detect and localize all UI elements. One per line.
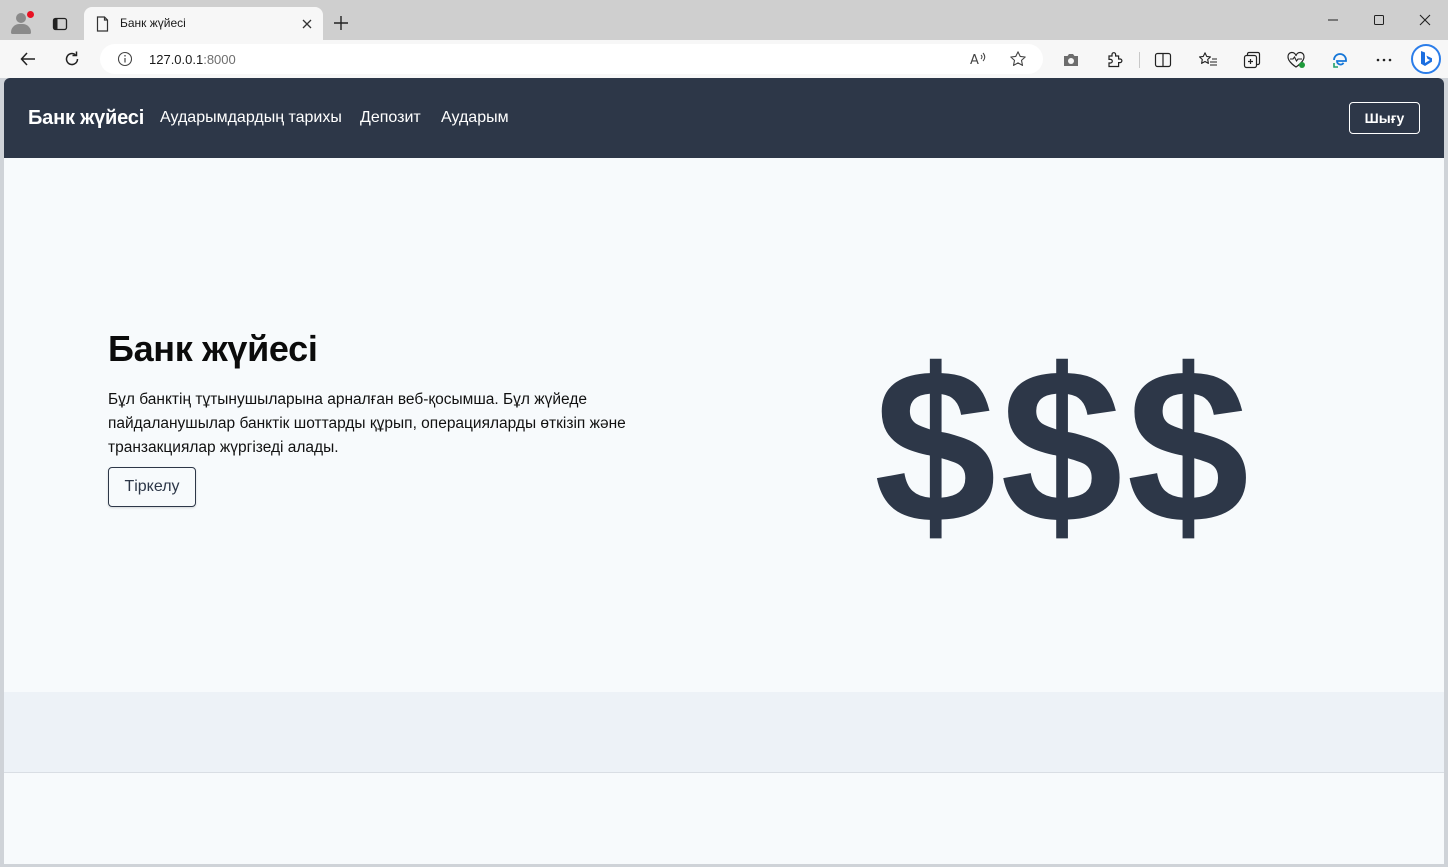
hero-description: Бұл банктің тұтынушыларына арналған веб-…: [108, 391, 626, 456]
register-button[interactable]: Тіркелу: [108, 467, 196, 507]
page-bottom-area: [4, 773, 1444, 864]
page-icon: [96, 16, 109, 37]
hero-title: Банк жүйесі: [108, 328, 318, 369]
close-icon[interactable]: [298, 15, 316, 33]
tab-title: Банк жүйесі: [120, 16, 186, 30]
window-close-icon[interactable]: [1410, 8, 1440, 32]
logout-button[interactable]: Шығу: [1349, 102, 1420, 134]
footer: [4, 692, 1444, 773]
browser-tab[interactable]: Банк жүйесі: [84, 7, 323, 40]
split-screen-icon[interactable]: [1152, 49, 1174, 71]
profile-icon[interactable]: [9, 11, 34, 35]
nav-link-deposit[interactable]: Депозит: [360, 109, 421, 127]
bing-copilot-icon[interactable]: [1411, 44, 1441, 74]
page-viewport: Банк жүйесі Аударымдардың тарихы Депозит…: [4, 78, 1444, 864]
minimize-icon[interactable]: [1318, 8, 1348, 32]
nav-link-transfer[interactable]: Аударым: [441, 109, 509, 127]
back-icon[interactable]: [16, 47, 40, 71]
read-aloud-icon[interactable]: A: [968, 49, 988, 69]
edge-icon[interactable]: [1329, 49, 1351, 71]
favorites-icon[interactable]: [1197, 49, 1219, 71]
dollar-signs-graphic: $$$: [874, 323, 1254, 569]
svg-text:A: A: [970, 53, 979, 67]
brand-link[interactable]: Банк жүйесі: [28, 107, 144, 130]
collections-icon[interactable]: [1241, 49, 1263, 71]
new-tab-icon[interactable]: [330, 12, 352, 34]
camera-icon[interactable]: [1060, 49, 1082, 71]
browser-essentials-icon[interactable]: [1285, 49, 1307, 71]
tab-actions-icon[interactable]: [48, 12, 72, 36]
maximize-icon[interactable]: [1364, 8, 1394, 32]
refresh-icon[interactable]: [60, 47, 84, 71]
site-navbar: Банк жүйесі Аударымдардың тарихы Депозит…: [4, 78, 1444, 158]
site-info-icon[interactable]: [117, 51, 133, 72]
toolbar-divider: [1139, 52, 1140, 68]
hero-section: Банк жүйесі Бұл банктің тұтынушыларына а…: [4, 158, 1444, 692]
address-bar[interactable]: 127.0.0.1:8000 A: [100, 44, 1043, 74]
browser-toolbar: 127.0.0.1:8000 A: [0, 40, 1448, 78]
favorite-star-icon[interactable]: [1008, 49, 1028, 69]
more-icon[interactable]: [1373, 49, 1395, 71]
nav-link-history[interactable]: Аударымдардың тарихы: [160, 109, 342, 127]
browser-tabstrip: Банк жүйесі: [0, 0, 1448, 40]
url-text: 127.0.0.1:8000: [149, 52, 236, 67]
extensions-icon[interactable]: [1104, 49, 1126, 71]
